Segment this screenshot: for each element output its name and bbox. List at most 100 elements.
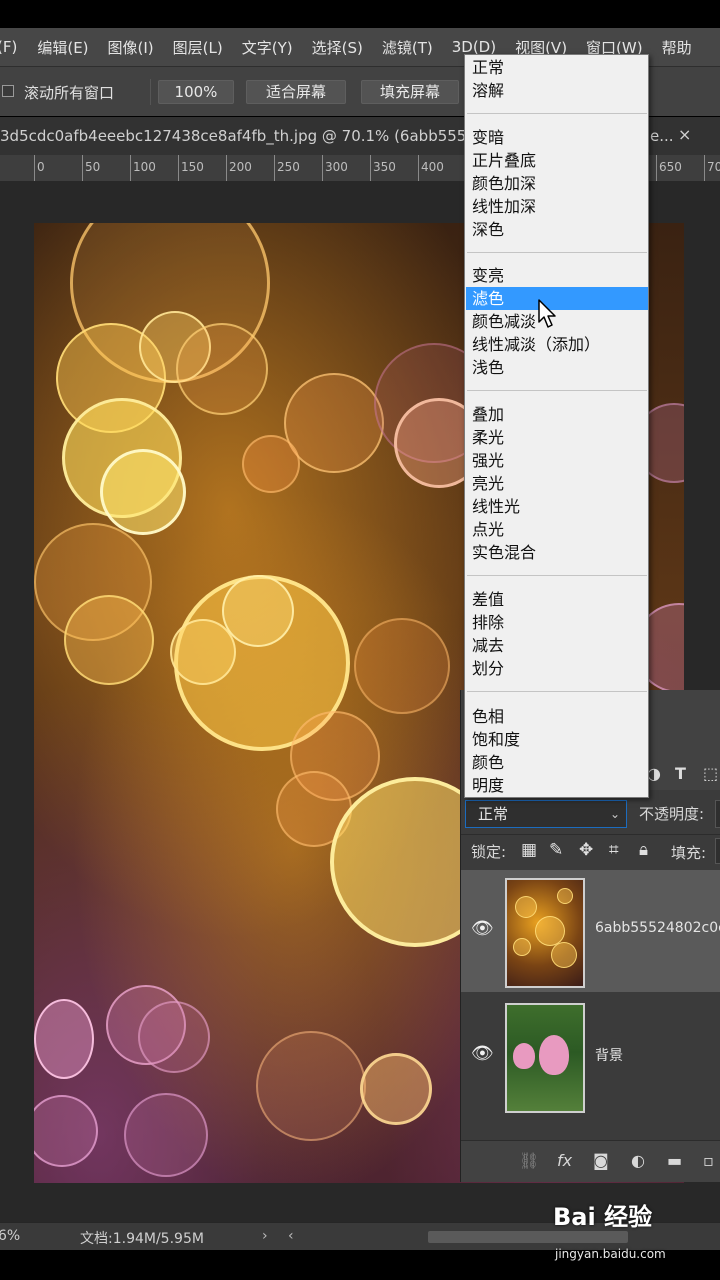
watermark: Bai 经验 jingyan.baidu.com (553, 1197, 666, 1261)
blend-option[interactable]: 色相 (466, 705, 648, 728)
blend-option[interactable]: 颜色加深 (466, 172, 648, 195)
menu-layer[interactable]: 图层(L) (173, 37, 223, 58)
bokeh-circle (513, 938, 531, 956)
blend-option[interactable]: 柔光 (466, 426, 648, 449)
chevron-left-icon[interactable]: ‹ (288, 1228, 294, 1244)
blend-option[interactable]: 正常 (466, 56, 648, 79)
layer-name[interactable]: 背景 (595, 1045, 623, 1065)
blend-option[interactable]: 差值 (466, 588, 648, 611)
document-tab-title[interactable]: 3d5cdc0afb4eeebc127438ce8af4fb_th.jpg @ … (0, 127, 485, 145)
blend-option[interactable]: 亮光 (466, 472, 648, 495)
opacity-label: 不透明度: (639, 805, 705, 823)
close-icon[interactable]: × (678, 125, 691, 144)
text-tool-icon[interactable]: T (675, 764, 686, 783)
ruler-tick (418, 155, 419, 181)
horizontal-scrollbar[interactable] (428, 1231, 628, 1243)
bokeh-circle (34, 999, 94, 1079)
blend-option[interactable]: 颜色 (466, 751, 648, 774)
fill-screen-button[interactable]: 填充屏幕 (361, 80, 459, 104)
blend-option[interactable]: 深色 (466, 218, 648, 241)
menu-edit[interactable]: 编辑(E) (37, 37, 88, 58)
menu-image[interactable]: 图像(I) (108, 37, 154, 58)
watermark-brand: Bai 经验 (553, 1203, 653, 1231)
bokeh-circle (551, 942, 577, 968)
menu-file[interactable]: (F) (0, 38, 17, 56)
bokeh-circle (242, 435, 300, 493)
ruler-tick (656, 155, 657, 181)
transform-icon[interactable]: ⬚ (703, 764, 718, 783)
chevron-right-icon[interactable]: › (262, 1228, 268, 1244)
blend-option[interactable]: 实色混合 (466, 541, 648, 564)
watermark-url: jingyan.baidu.com (555, 1247, 666, 1261)
menu-filter[interactable]: 滤镜(T) (382, 37, 433, 58)
ruler-label: 200 (229, 160, 252, 174)
blend-option[interactable]: 叠加 (466, 403, 648, 426)
lock-icon[interactable]: 🔒︎ (639, 840, 648, 860)
ruler-label: 400 (421, 160, 444, 174)
new-layer-icon[interactable]: ▫ (703, 1151, 714, 1170)
eye-icon[interactable]: 👁︎ (471, 1043, 494, 1064)
shape-filter-icon[interactable]: ◑ (647, 764, 661, 783)
blend-option[interactable]: 浅色 (466, 356, 648, 379)
blend-mode-select[interactable]: 正常 ⌄ (465, 800, 627, 828)
menu-help[interactable]: 帮助 (662, 37, 692, 58)
zoom-level[interactable]: 6% (0, 1228, 20, 1244)
ruler-label: 150 (181, 160, 204, 174)
fit-screen-button[interactable]: 适合屏幕 (246, 80, 346, 104)
blend-option[interactable]: 饱和度 (466, 728, 648, 751)
ruler-tick (82, 155, 83, 181)
lock-row: 锁定: ▦ ✎ ✥ ⌗ 🔒︎ 填充: (461, 834, 720, 868)
blend-option[interactable]: 线性减淡（添加） (466, 333, 648, 356)
fill-label: 填充: (671, 844, 707, 862)
menu-select[interactable]: 选择(S) (312, 37, 363, 58)
layer-thumbnail (505, 878, 585, 988)
blend-option[interactable]: 线性加深 (466, 195, 648, 218)
eye-icon[interactable]: 👁︎ (471, 918, 494, 939)
fx-icon[interactable]: fx (557, 1151, 572, 1170)
mask-icon[interactable]: ◙ (593, 1151, 609, 1170)
bokeh-circle (34, 1095, 98, 1167)
menu-separator (467, 691, 647, 692)
menu-separator (467, 113, 647, 114)
blend-option[interactable]: 线性光 (466, 495, 648, 518)
brush-icon[interactable]: ✎ (549, 840, 563, 860)
adjustment-icon[interactable]: ◐ (631, 1151, 645, 1170)
blend-mode-value: 正常 (478, 805, 509, 823)
blend-option[interactable]: 排除 (466, 611, 648, 634)
bokeh-circle (222, 575, 294, 647)
bokeh-circle (515, 896, 537, 918)
menu-separator (467, 252, 647, 253)
ruler-label: 650 (659, 160, 682, 174)
blend-option[interactable]: 变暗 (466, 126, 648, 149)
checker-lock-icon[interactable]: ▦ (521, 840, 537, 860)
ruler-label: 250 (277, 160, 300, 174)
layer-thumbnail (505, 1003, 585, 1113)
bokeh-circle (557, 888, 573, 904)
move-icon[interactable]: ✥ (579, 840, 593, 860)
blend-option[interactable]: 点光 (466, 518, 648, 541)
folder-icon[interactable]: ▬ (667, 1151, 682, 1170)
ruler-tick (274, 155, 275, 181)
ruler-label: 50 (85, 160, 101, 174)
zoom-100-button[interactable]: 100% (158, 80, 234, 104)
crop-icon[interactable]: ⌗ (609, 840, 619, 860)
layer-row[interactable]: 👁︎ 6abb55524802c0e (461, 870, 720, 992)
menu-type[interactable]: 文字(Y) (242, 37, 293, 58)
layer-row[interactable]: 👁︎ 背景 (461, 995, 720, 1117)
document-info[interactable]: 文档:1.94M/5.95M (80, 1228, 204, 1248)
link-icon[interactable]: ⛓︎ (519, 1151, 539, 1170)
fill-input[interactable] (715, 838, 720, 864)
layer-name[interactable]: 6abb55524802c0e (595, 920, 720, 936)
opacity-input[interactable] (715, 800, 720, 828)
blend-option[interactable]: 变亮 (466, 264, 648, 287)
blend-option[interactable]: 减去 (466, 634, 648, 657)
blend-option[interactable]: 强光 (466, 449, 648, 472)
blend-option[interactable]: 明度 (466, 774, 648, 797)
blend-option[interactable]: 溶解 (466, 79, 648, 102)
bokeh-circle (100, 449, 186, 535)
top-black-bar (0, 0, 720, 28)
scroll-all-checkbox[interactable] (2, 85, 14, 97)
blend-option[interactable]: 划分 (466, 657, 648, 680)
bokeh-circle (360, 1053, 432, 1125)
blend-option[interactable]: 正片叠底 (466, 149, 648, 172)
